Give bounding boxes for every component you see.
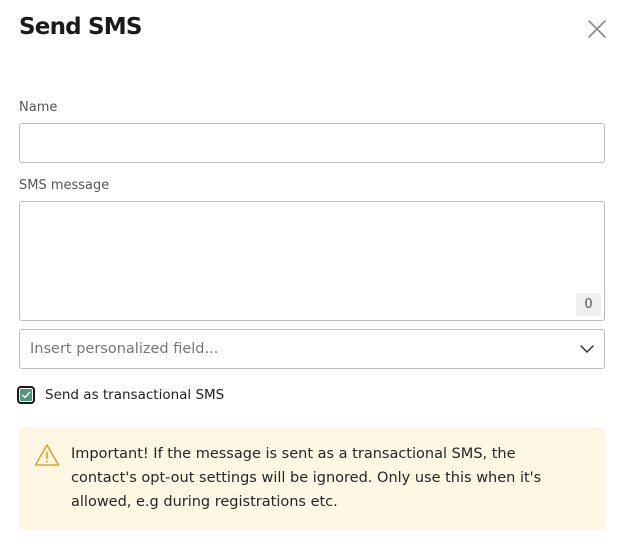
name-label: Name: [19, 100, 58, 115]
checkmark-icon: [21, 391, 31, 399]
sms-message-textarea[interactable]: [19, 201, 605, 321]
close-icon: [588, 20, 606, 38]
chevron-down-icon: [580, 345, 594, 353]
dialog-title: Send SMS: [19, 14, 142, 40]
close-button[interactable]: [585, 17, 609, 41]
name-input[interactable]: [19, 123, 605, 163]
send-sms-dialog: Send SMS Name SMS message 0 Insert perso…: [0, 0, 627, 547]
transactional-sms-option[interactable]: Send as transactional SMS: [17, 383, 224, 407]
transactional-warning: Important! If the message is sent as a t…: [19, 427, 605, 530]
transactional-sms-checkbox[interactable]: [17, 386, 35, 404]
sms-message-label: SMS message: [19, 178, 110, 193]
character-counter: 0: [576, 293, 601, 316]
personalized-field-select[interactable]: Insert personalized field...: [19, 329, 605, 369]
warning-icon: [34, 444, 60, 466]
transactional-sms-label: Send as transactional SMS: [45, 387, 225, 403]
warning-message: Important! If the message is sent as a t…: [71, 446, 542, 510]
personalized-field-placeholder: Insert personalized field...: [30, 341, 219, 357]
